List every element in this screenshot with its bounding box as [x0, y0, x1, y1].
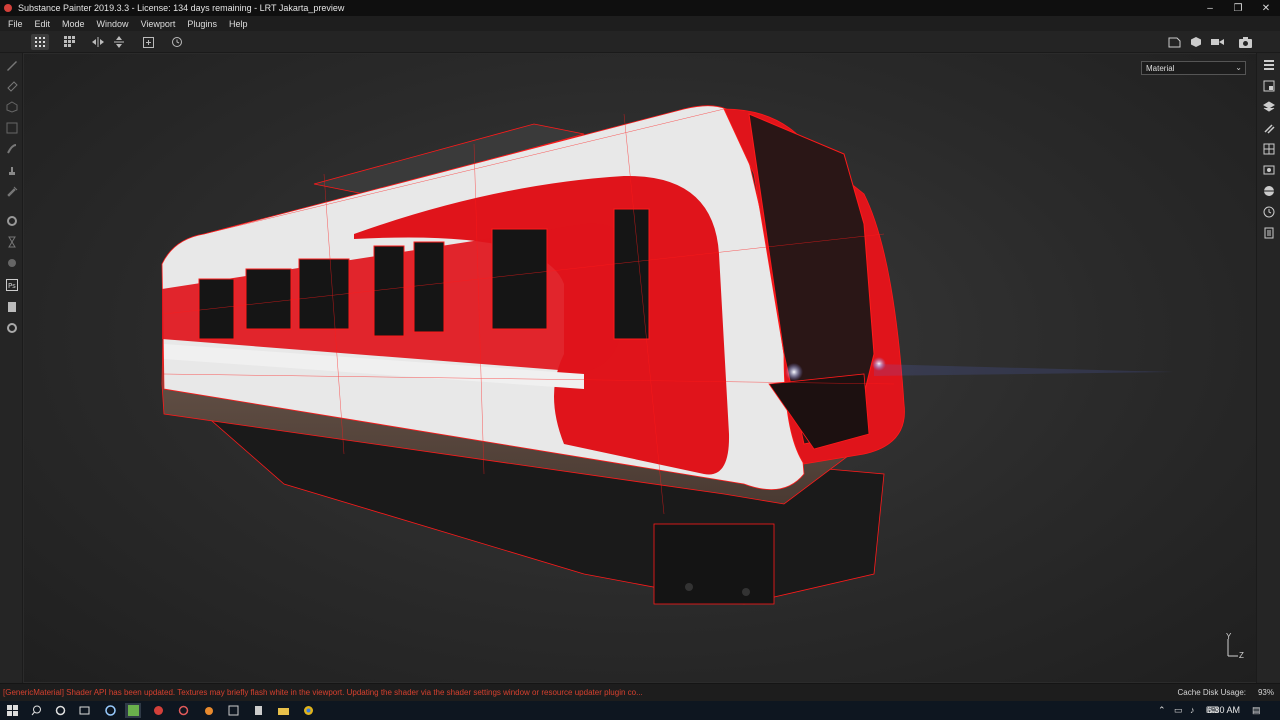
eraser-icon[interactable]	[4, 78, 19, 93]
axis-gizmo: Y Z	[1224, 632, 1248, 662]
menu-edit[interactable]: Edit	[29, 19, 57, 29]
photoshop-icon[interactable]: Ps	[4, 277, 19, 292]
chrome-icon[interactable]	[300, 703, 316, 718]
symmetry-x-icon[interactable]	[89, 34, 107, 50]
windows-start-icon[interactable]	[4, 703, 20, 718]
tray-volume-icon[interactable]: ♪	[1190, 705, 1195, 715]
axis-z-label: Z	[1239, 651, 1244, 660]
maximize-button[interactable]: ❐	[1224, 0, 1252, 16]
dock-panel-icons	[1256, 53, 1280, 683]
menu-file[interactable]: File	[2, 19, 29, 29]
sphere-icon[interactable]	[4, 255, 19, 270]
status-bar: [GenericMaterial] Shader API has been up…	[0, 683, 1280, 701]
train-model	[161, 105, 1174, 605]
smudge-icon[interactable]	[4, 141, 19, 156]
history-icon[interactable]	[168, 34, 186, 50]
toolbar	[0, 31, 1280, 53]
tiling-icon[interactable]	[61, 34, 79, 50]
projection-icon[interactable]	[4, 99, 19, 114]
menu-window[interactable]: Window	[91, 19, 135, 29]
2d-view-icon[interactable]	[1165, 34, 1183, 50]
color-picker-icon[interactable]	[4, 183, 19, 198]
layers-list-icon[interactable]	[1261, 57, 1277, 73]
menu-viewport[interactable]: Viewport	[135, 19, 182, 29]
taskbar-clock[interactable]: 6:30 AM	[1207, 705, 1240, 715]
layer-stack-icon[interactable]	[1261, 99, 1277, 115]
cortana-icon[interactable]	[52, 703, 68, 718]
3d-viewport[interactable]: Material ⌄ Y Z	[24, 54, 1256, 682]
clone-stamp-icon[interactable]	[4, 162, 19, 177]
app-green-3-icon[interactable]	[125, 703, 141, 718]
history-clock-icon[interactable]	[1261, 204, 1277, 220]
substance-painter-logo-icon	[4, 4, 12, 12]
menu-help[interactable]: Help	[223, 19, 254, 29]
menu-plugins[interactable]: Plugins	[181, 19, 223, 29]
substance-painter-taskbar-icon[interactable]	[150, 703, 166, 718]
paint-brush-icon[interactable]	[4, 57, 19, 72]
tray-network-icon[interactable]: ▭	[1174, 705, 1183, 716]
polygon-fill-icon[interactable]	[4, 120, 19, 135]
tools-panel: Ps	[0, 53, 23, 683]
3d-cube-icon[interactable]	[1187, 34, 1205, 50]
symmetry-y-icon[interactable]	[110, 34, 128, 50]
svg-text:Ps: Ps	[8, 282, 16, 290]
screenshot-camera-icon[interactable]	[1236, 34, 1254, 50]
grid-snap-icon[interactable]	[31, 34, 49, 50]
close-button[interactable]: ✕	[1252, 0, 1280, 16]
title-bar: Substance Painter 2019.3.3 - License: 13…	[0, 0, 1280, 16]
hourglass-icon[interactable]	[4, 234, 19, 249]
app-red-ring-icon[interactable]	[175, 703, 191, 718]
menu-bar: File Edit Mode Window Viewport Plugins H…	[0, 16, 1280, 31]
document-icon[interactable]	[4, 299, 19, 314]
cache-disk-usage-value: 93%	[1257, 688, 1274, 697]
viewport-mode-select[interactable]: Material ⌄	[1141, 61, 1246, 75]
window-title: Substance Painter 2019.3.3 - License: 13…	[18, 3, 345, 13]
notification-center-icon[interactable]: ▤	[1252, 705, 1261, 716]
windows-taskbar: ⌃ ▭ ♪ ⌨ 6:30 AM ▤	[0, 701, 1280, 720]
status-message[interactable]: [GenericMaterial] Shader API has been up…	[0, 688, 1100, 697]
axis-y-label: Y	[1226, 632, 1232, 641]
log-document-icon[interactable]	[1261, 225, 1277, 241]
search-icon[interactable]	[28, 703, 44, 718]
brush-properties-icon[interactable]	[1261, 120, 1277, 136]
minimize-button[interactable]: –	[1196, 0, 1224, 16]
tray-chevron-up-icon[interactable]: ⌃	[1158, 705, 1166, 716]
viewport-mode-value: Material	[1146, 63, 1175, 73]
file-explorer-icon[interactable]	[275, 703, 291, 718]
cache-disk-usage-label: Cache Disk Usage:	[1177, 688, 1246, 697]
app-document-icon[interactable]	[250, 703, 266, 718]
texture-set-icon[interactable]	[1261, 78, 1277, 94]
app-pe-icon[interactable]	[225, 703, 241, 718]
settings-gear-icon[interactable]	[4, 213, 19, 228]
environment-sphere-icon[interactable]	[1261, 183, 1277, 199]
blender-icon[interactable]	[200, 703, 216, 718]
add-layer-frame-icon[interactable]	[139, 34, 157, 50]
menu-mode[interactable]: Mode	[56, 19, 91, 29]
task-view-icon[interactable]	[76, 703, 92, 718]
app-blue-circle-icon[interactable]	[102, 703, 118, 718]
plugin-gear-icon[interactable]	[4, 320, 19, 335]
camera-video-icon[interactable]	[1208, 34, 1226, 50]
window-controls: – ❐ ✕	[1196, 0, 1280, 16]
chevron-down-icon: ⌄	[1235, 63, 1242, 72]
display-settings-icon[interactable]	[1261, 141, 1277, 157]
viewer-settings-icon[interactable]	[1261, 162, 1277, 178]
